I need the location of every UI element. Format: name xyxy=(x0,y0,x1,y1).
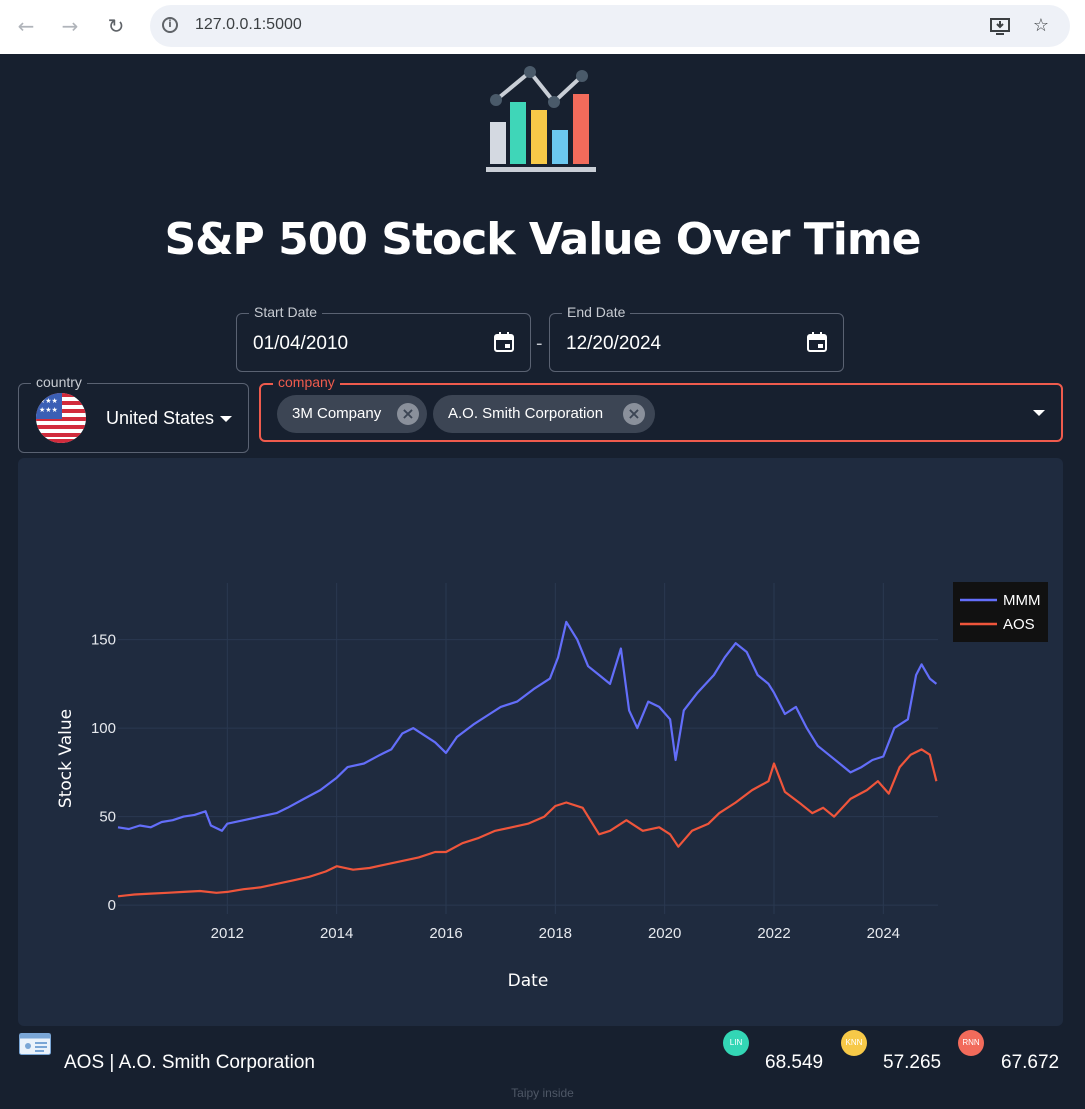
start-date-label: Start Date xyxy=(249,304,323,320)
chip-label: A.O. Smith Corporation xyxy=(448,405,604,422)
rnn-badge: RNN xyxy=(958,1030,984,1056)
forward-icon[interactable]: → xyxy=(57,13,83,39)
selected-company-label: AOS | A.O. Smith Corporation xyxy=(64,1052,315,1073)
y-tick-label: 0 xyxy=(108,897,116,914)
y-tick-label: 150 xyxy=(91,632,116,649)
company-chip[interactable]: 3M Company × xyxy=(277,395,427,433)
series-line-mmm xyxy=(117,620,938,832)
chevron-down-icon[interactable] xyxy=(220,416,232,422)
calendar-icon[interactable] xyxy=(806,331,828,353)
y-tick-label: 100 xyxy=(91,720,116,737)
end-date-value[interactable]: 12/20/2024 xyxy=(566,333,661,355)
chart-panel: 2012 2014 2016 2018 2020 2022 2024 0 50 100 150 Dat… xyxy=(18,458,1063,1026)
series-line-aos xyxy=(117,748,938,898)
knn-value: 57.265 xyxy=(883,1052,942,1073)
address-bar[interactable]: i 127.0.0.1:5000 ☆ xyxy=(150,5,1070,47)
browser-toolbar: ← → ↻ i 127.0.0.1:5000 ☆ xyxy=(0,0,1085,54)
remove-chip-icon[interactable]: × xyxy=(623,403,645,425)
install-app-icon[interactable] xyxy=(988,14,1012,38)
country-label: country xyxy=(31,374,87,390)
bar-line-chart-logo xyxy=(484,64,600,176)
us-flag-icon: ★★★ ★★★ xyxy=(36,393,86,443)
date-separator: - xyxy=(536,333,543,354)
x-tick-label: 2018 xyxy=(539,925,572,942)
footer-text: Taipy inside xyxy=(511,1086,574,1100)
start-date-field[interactable]: Start Date 01/04/2010 xyxy=(236,304,531,372)
y-tick-label: 50 xyxy=(99,809,116,826)
calendar-icon[interactable] xyxy=(493,331,515,353)
start-date-value[interactable]: 01/04/2010 xyxy=(253,333,348,355)
x-tick-label: 2020 xyxy=(648,925,681,942)
x-tick-label: 2012 xyxy=(211,925,244,942)
country-select[interactable]: country ★★★ ★★★ United States xyxy=(18,374,249,453)
back-icon[interactable]: ← xyxy=(13,13,39,39)
svg-text:★★★: ★★★ xyxy=(39,397,58,405)
y-axis-title: Stock Value xyxy=(56,709,76,808)
legend-label: AOS xyxy=(1003,616,1035,633)
end-date-field[interactable]: End Date 12/20/2024 xyxy=(549,304,844,372)
star-icon[interactable]: ☆ xyxy=(1029,14,1053,38)
company-label: company xyxy=(273,374,340,390)
country-value[interactable]: United States xyxy=(106,408,214,429)
company-chip[interactable]: A.O. Smith Corporation × xyxy=(433,395,655,433)
page-title: S&P 500 Stock Value Over Time xyxy=(164,214,921,265)
x-tick-label: 2016 xyxy=(429,925,462,942)
lin-badge: LIN xyxy=(723,1030,749,1056)
lin-value: 68.549 xyxy=(765,1052,824,1073)
rnn-value: 67.672 xyxy=(1001,1052,1060,1073)
x-tick-label: 2024 xyxy=(867,925,900,942)
chevron-down-icon[interactable] xyxy=(1033,410,1045,416)
end-date-label: End Date xyxy=(562,304,631,320)
reload-icon[interactable]: ↻ xyxy=(103,13,129,39)
chip-label: 3M Company xyxy=(292,405,382,422)
stock-line-chart[interactable]: 2012 2014 2016 2018 2020 2022 2024 0 50 100 150 Dat… xyxy=(18,458,1063,1026)
id-card-icon xyxy=(19,1033,51,1055)
x-tick-label: 2014 xyxy=(320,925,353,942)
site-info-icon[interactable]: i xyxy=(162,17,178,33)
remove-chip-icon[interactable]: × xyxy=(397,403,419,425)
x-axis-title: Date xyxy=(508,971,549,991)
legend-label: MMM xyxy=(1003,592,1041,609)
x-tick-label: 2022 xyxy=(757,925,790,942)
legend-box xyxy=(953,582,1048,642)
url-text[interactable]: 127.0.0.1:5000 xyxy=(195,16,302,34)
svg-text:★★★: ★★★ xyxy=(39,406,58,414)
knn-badge: KNN xyxy=(841,1030,867,1056)
